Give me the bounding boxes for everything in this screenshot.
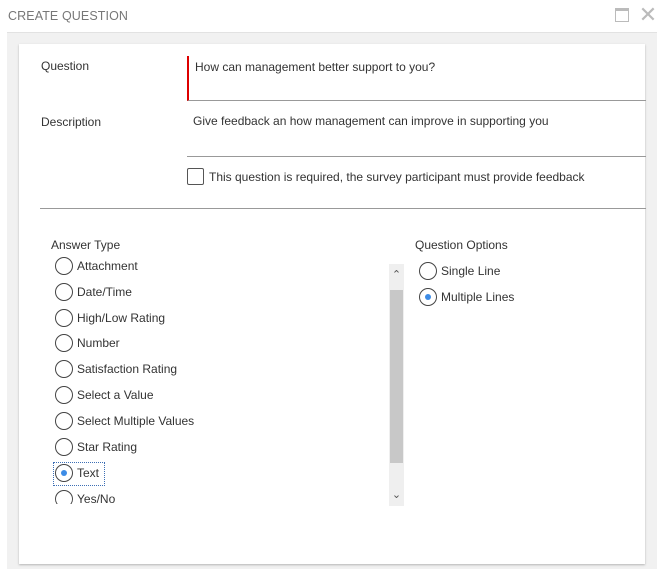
window-title: CREATE QUESTION [8, 9, 129, 23]
answer-type-heading: Answer Type [51, 238, 121, 252]
option-label: Text [77, 466, 100, 480]
radio-number[interactable] [55, 334, 73, 352]
question-label: Question [41, 59, 90, 73]
divider [40, 208, 646, 209]
required-label: This question is required, the survey pa… [209, 170, 585, 184]
radio-satisfaction-rating[interactable] [55, 360, 73, 378]
option-label: High/Low Rating [77, 311, 166, 325]
answer-type-option-selected[interactable]: Text [53, 462, 105, 486]
scrollbar-thumb[interactable] [390, 290, 403, 463]
question-input[interactable]: How can management better support to you… [187, 56, 646, 101]
question-options-heading: Question Options [415, 238, 508, 252]
option-label: Satisfaction Rating [77, 362, 178, 376]
dialog-body: Question How can management better suppo… [7, 32, 657, 569]
radio-select-a-value[interactable] [55, 386, 73, 404]
radio-multiple-lines[interactable] [419, 288, 437, 306]
close-icon[interactable]: ✕ [638, 4, 658, 26]
option-label: Select Multiple Values [77, 414, 195, 428]
option-label: Star Rating [77, 440, 138, 454]
radio-yes-no[interactable] [55, 490, 73, 504]
chevron-down-icon[interactable]: ⌄ [389, 486, 404, 506]
option-label: Date/Time [77, 285, 132, 299]
radio-single-line[interactable] [419, 262, 437, 280]
option-label: Attachment [77, 259, 138, 273]
maximize-icon[interactable] [615, 8, 629, 22]
description-input[interactable]: Give feedback an how management can impr… [187, 111, 646, 157]
option-label: Multiple Lines [441, 290, 515, 304]
option-label: Select a Value [77, 388, 154, 402]
required-checkbox[interactable] [187, 168, 204, 185]
window-titlebar: CREATE QUESTION ✕ [0, 0, 665, 32]
option-label: Number [77, 336, 120, 350]
description-label: Description [41, 115, 102, 129]
radio-high-low-rating[interactable] [55, 309, 73, 327]
radio-text[interactable] [55, 464, 73, 482]
question-value: How can management better support to you… [195, 60, 436, 74]
radio-select-multiple-values[interactable] [55, 412, 73, 430]
radio-star-rating[interactable] [55, 438, 73, 456]
option-label: Yes/No [77, 492, 116, 504]
form-panel: Question How can management better suppo… [19, 44, 646, 564]
option-label: Single Line [441, 264, 501, 278]
chevron-up-icon[interactable]: ⌃ [389, 264, 404, 284]
answer-type-scrollbar[interactable]: ⌃ ⌄ [389, 264, 404, 506]
description-value: Give feedback an how management can impr… [193, 114, 549, 128]
radio-date-time[interactable] [55, 283, 73, 301]
answer-type-list: Attachment Date/Time High/Low Rating Num… [52, 254, 382, 504]
radio-attachment[interactable] [55, 257, 73, 275]
